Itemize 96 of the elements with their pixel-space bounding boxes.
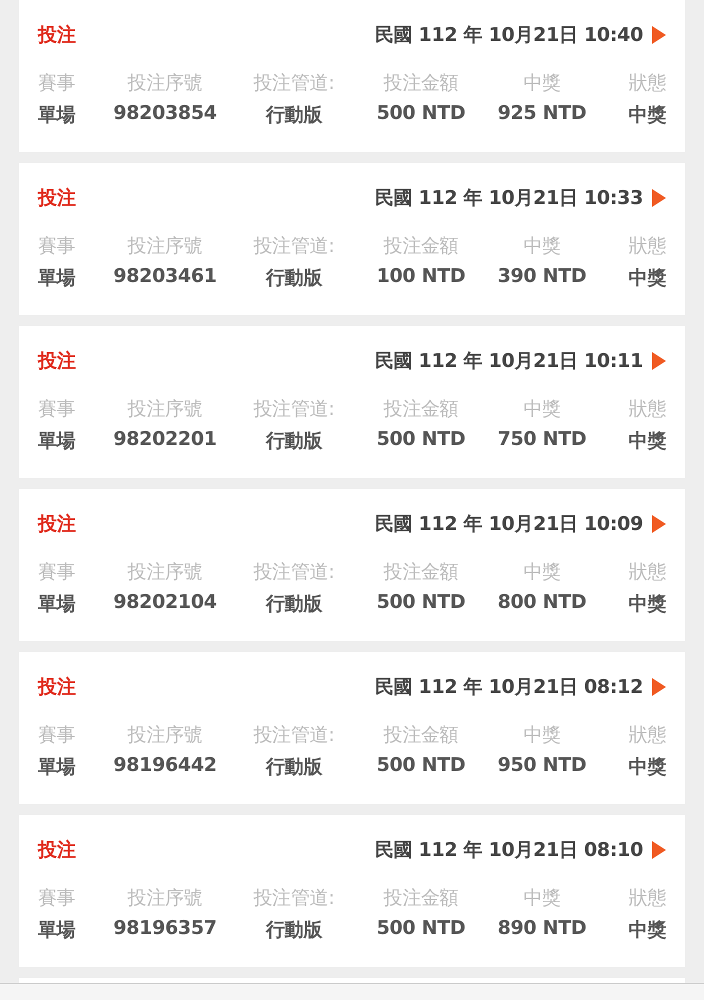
column-label: 中獎 — [522, 234, 562, 259]
column-value: 98196442 — [112, 754, 218, 778]
play-triangle-icon[interactable] — [652, 678, 666, 696]
column-value: 500 NTD — [376, 428, 466, 452]
column-value: 中獎 — [628, 918, 666, 943]
bet-type-label: 投注 — [38, 512, 76, 537]
column-value: 100 NTD — [376, 265, 466, 289]
column-label: 狀態 — [628, 234, 666, 259]
column-value: 890 NTD — [496, 917, 588, 941]
column-value: 單場 — [38, 755, 76, 780]
column-value: 行動版 — [264, 755, 324, 780]
column-label: 投注序號 — [126, 886, 204, 911]
bet-card[interactable]: 投注 民國 112 年 10月21日 08:10 賽事 投注序號 投注管道: 投注金額 中獎 狀態 單場 98196357 行動版 500 NTD 890 NTD 中獎 — [19, 815, 685, 967]
play-triangle-icon[interactable] — [652, 515, 666, 533]
column-label: 投注金額 — [382, 397, 460, 422]
column-label: 中獎 — [522, 71, 562, 96]
column-label: 投注金額 — [382, 886, 460, 911]
column-label: 投注序號 — [126, 560, 204, 585]
bet-datetime: 民國 112 年 10月21日 10:40 — [374, 23, 643, 48]
column-label: 投注管道: — [252, 560, 336, 585]
column-label: 投注管道: — [252, 71, 336, 96]
bet-datetime: 民國 112 年 10月21日 08:12 — [374, 675, 643, 700]
column-value: 925 NTD — [496, 102, 588, 126]
column-value: 500 NTD — [376, 102, 466, 126]
column-label: 投注管道: — [252, 723, 336, 748]
bet-type-label: 投注 — [38, 349, 76, 374]
column-value: 390 NTD — [496, 265, 588, 289]
column-value: 98203461 — [112, 265, 218, 289]
play-triangle-icon[interactable] — [652, 189, 666, 207]
column-value: 950 NTD — [496, 754, 588, 778]
column-label: 狀態 — [628, 560, 666, 585]
column-label: 投注金額 — [382, 71, 460, 96]
column-value: 中獎 — [628, 429, 666, 454]
bet-datetime: 民國 112 年 10月21日 10:09 — [374, 512, 643, 537]
column-label: 賽事 — [38, 234, 76, 259]
column-value: 單場 — [38, 918, 76, 943]
column-value: 行動版 — [264, 592, 324, 617]
column-value: 500 NTD — [376, 591, 466, 615]
bet-card[interactable]: 投注 民國 112 年 10月21日 10:33 賽事 投注序號 投注管道: 投注金額 中獎 狀態 單場 98203461 行動版 100 NTD 390 NTD 中獎 — [19, 163, 685, 315]
column-value: 750 NTD — [496, 428, 588, 452]
bet-type-label: 投注 — [38, 838, 76, 863]
column-label: 中獎 — [522, 560, 562, 585]
column-label: 狀態 — [628, 886, 666, 911]
column-label: 投注序號 — [126, 71, 204, 96]
column-value: 中獎 — [628, 592, 666, 617]
bet-type-label: 投注 — [38, 675, 76, 700]
bet-type-label: 投注 — [38, 23, 76, 48]
column-label: 賽事 — [38, 71, 76, 96]
column-label: 狀態 — [628, 71, 666, 96]
column-label: 狀態 — [628, 723, 666, 748]
column-value: 單場 — [38, 266, 76, 291]
bet-datetime: 民國 112 年 10月21日 10:11 — [374, 349, 643, 374]
column-label: 賽事 — [38, 886, 76, 911]
column-value: 98202201 — [112, 428, 218, 452]
column-value: 行動版 — [264, 429, 324, 454]
play-triangle-icon[interactable] — [652, 352, 666, 370]
column-label: 投注金額 — [382, 234, 460, 259]
play-triangle-icon[interactable] — [652, 841, 666, 859]
bet-card[interactable]: 投注 民國 112 年 10月21日 10:40 賽事 投注序號 投注管道: 投注金額 中獎 狀態 單場 98203854 行動版 500 NTD 925 NTD 中獎 — [19, 0, 685, 152]
bet-card[interactable]: 投注 民國 112 年 10月21日 10:09 賽事 投注序號 投注管道: 投注金額 中獎 狀態 單場 98202104 行動版 500 NTD 800 NTD 中獎 — [19, 489, 685, 641]
column-label: 投注金額 — [382, 560, 460, 585]
column-label: 投注序號 — [126, 397, 204, 422]
column-value: 行動版 — [264, 266, 324, 291]
bet-datetime: 民國 112 年 10月21日 08:10 — [374, 838, 643, 863]
play-triangle-icon[interactable] — [652, 26, 666, 44]
column-value: 單場 — [38, 592, 76, 617]
bet-datetime: 民國 112 年 10月21日 10:33 — [374, 186, 643, 211]
bet-card[interactable]: 投注 民國 112 年 10月21日 08:12 賽事 投注序號 投注管道: 投注金額 中獎 狀態 單場 98196442 行動版 500 NTD 950 NTD 中獎 — [19, 652, 685, 804]
column-value: 行動版 — [264, 103, 324, 128]
column-value: 98202104 — [112, 591, 218, 615]
column-value: 500 NTD — [376, 754, 466, 778]
column-label: 投注金額 — [382, 723, 460, 748]
bet-type-label: 投注 — [38, 186, 76, 211]
column-label: 賽事 — [38, 723, 76, 748]
column-label: 中獎 — [522, 397, 562, 422]
column-label: 賽事 — [38, 560, 76, 585]
column-value: 中獎 — [628, 755, 666, 780]
column-value: 單場 — [38, 103, 76, 128]
column-value: 500 NTD — [376, 917, 466, 941]
column-label: 投注序號 — [126, 723, 204, 748]
column-label: 賽事 — [38, 397, 76, 422]
column-label: 中獎 — [522, 886, 562, 911]
column-label: 投注管道: — [252, 886, 336, 911]
column-value: 中獎 — [628, 103, 666, 128]
bet-card[interactable]: 投注 民國 112 年 10月21日 10:11 賽事 投注序號 投注管道: 投注金額 中獎 狀態 單場 98202201 行動版 500 NTD 750 NTD 中獎 — [19, 326, 685, 478]
column-value: 中獎 — [628, 266, 666, 291]
column-value: 98196357 — [112, 917, 218, 941]
column-value: 行動版 — [264, 918, 324, 943]
column-value: 單場 — [38, 429, 76, 454]
column-value: 98203854 — [112, 102, 218, 126]
column-label: 投注序號 — [126, 234, 204, 259]
column-label: 投注管道: — [252, 397, 336, 422]
column-label: 投注管道: — [252, 234, 336, 259]
column-value: 800 NTD — [496, 591, 588, 615]
column-label: 狀態 — [628, 397, 666, 422]
column-label: 中獎 — [522, 723, 562, 748]
